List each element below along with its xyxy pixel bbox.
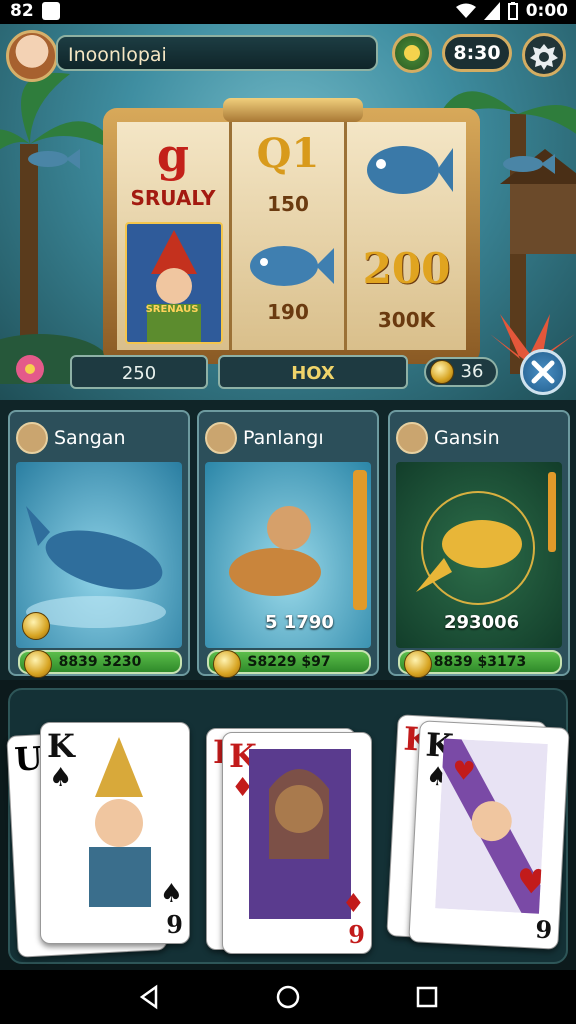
card-rank-bottom: 9 [348, 920, 365, 949]
lady-card-art [249, 749, 351, 919]
reel3-big-value: 200 [362, 244, 451, 293]
battery-icon [507, 2, 518, 20]
reel-1: g SRUALY SRENAUS [117, 122, 232, 350]
close-button[interactable] [520, 349, 566, 395]
spade-icon: ♠ [159, 879, 183, 909]
coin-icon [430, 360, 454, 384]
status-bar: 82 0:00 [0, 0, 576, 24]
diamond-icon: ♦ [341, 889, 365, 919]
card-title: Gansin [434, 427, 500, 449]
signal-icon [483, 2, 500, 20]
status-left-text: 82 [10, 1, 34, 21]
bar-coin-icon [24, 650, 52, 678]
player-avatar[interactable] [6, 30, 58, 82]
reel2-top-symbol: Q1 [256, 130, 320, 177]
svg-text:♥: ♥ [452, 756, 477, 787]
reel-3: 200 300K [347, 122, 466, 350]
card-rank-bottom: 9 [166, 910, 183, 939]
card-title: Sangan [54, 427, 126, 449]
playing-card-1[interactable]: K ♠ ♠ 9 [40, 722, 190, 944]
reel2-mid-value: 150 [267, 192, 309, 216]
card-rank: U [13, 739, 44, 779]
settings-icon [530, 44, 558, 70]
card-bar-text: 8839 $3173 [433, 654, 527, 670]
bar-coin-icon [404, 650, 432, 678]
card-bar[interactable]: 8839 $3173 [398, 650, 562, 678]
card-amount: 5 1790 [265, 612, 334, 633]
playing-card-2[interactable]: K ♦ ♦ 9 [222, 732, 372, 954]
small-fish-right [503, 154, 555, 174]
svg-text:♥: ♥ [516, 862, 548, 904]
settings-button[interactable] [522, 33, 566, 77]
fish-card-1[interactable]: Sangan 8839 3230 [8, 410, 190, 678]
fish-card-row: Sangan 8839 3230 Panlangı 5 1790 S8229 $… [0, 400, 576, 680]
nav-bar [0, 970, 576, 1024]
game-scene: Inoonlopai 8:30 g SRUALY SRENAUS Q1 150 … [0, 24, 576, 400]
coin-count: 36 [460, 361, 484, 382]
card-amount: 293006 [444, 612, 520, 633]
back-icon[interactable] [136, 984, 162, 1010]
coin-balance: 36 [424, 357, 498, 387]
card-rank-bottom: 9 [534, 914, 553, 945]
slot-machine: g SRUALY SRENAUS Q1 150 190 200 300K [103, 98, 480, 364]
card-bar[interactable]: S8229 $97 [207, 650, 371, 678]
home-icon[interactable] [275, 984, 301, 1010]
reel3-label: 300K [377, 308, 436, 332]
recents-icon[interactable] [414, 984, 440, 1010]
blue-fish-icon [367, 146, 453, 194]
coin-stack-icon [404, 45, 420, 61]
bet-value-box[interactable]: 250 [70, 355, 208, 389]
fish-card-2[interactable]: Panlangı 5 1790 S8229 $97 [197, 410, 379, 678]
small-fish-left [28, 149, 80, 169]
card-hand: U K ♠ ♠ 9 I K ♦ ♦ 9 K K ♠ ♥ ♥ 9 [6, 688, 570, 964]
reel-2: Q1 150 190 [232, 122, 347, 350]
flower-left [16, 355, 44, 383]
reel1-top-symbol: g [156, 128, 190, 182]
status-time: 0:00 [525, 1, 568, 21]
frame-crest [223, 98, 363, 122]
playing-card-3[interactable]: K ♠ ♥ ♥ 9 [408, 720, 570, 950]
queen-card-art: ♥ ♥ [435, 738, 548, 914]
close-icon [531, 360, 555, 384]
card-coin-icon [22, 612, 50, 640]
spin-label-box[interactable]: HOX [218, 355, 408, 389]
timer-display: 8:30 [442, 34, 512, 72]
card-title: Panlangı [243, 427, 324, 449]
bonus-button[interactable] [392, 33, 432, 73]
blue-fish-icon [250, 246, 334, 286]
fish-card-3[interactable]: Gansin 293006 8839 $3173 [388, 410, 570, 678]
reel2-low-value: 190 [267, 300, 309, 324]
wizard-character: SRENAUS [125, 222, 223, 344]
reel1-badge: SRENAUS [145, 304, 199, 315]
notification-icon [41, 2, 60, 20]
reel1-label: SRUALY [130, 186, 216, 210]
card-bar-text: 8839 3230 [58, 654, 142, 670]
reel-window: g SRUALY SRENAUS Q1 150 190 200 300K [117, 122, 466, 350]
card-bar[interactable]: 8839 3230 [18, 650, 182, 678]
wifi-icon [455, 3, 476, 18]
card-bar-text: S8229 $97 [247, 654, 331, 670]
player-name: Inoonlopai [56, 35, 378, 71]
top-bar: Inoonlopai 8:30 [6, 30, 570, 82]
bar-coin-icon [213, 650, 241, 678]
